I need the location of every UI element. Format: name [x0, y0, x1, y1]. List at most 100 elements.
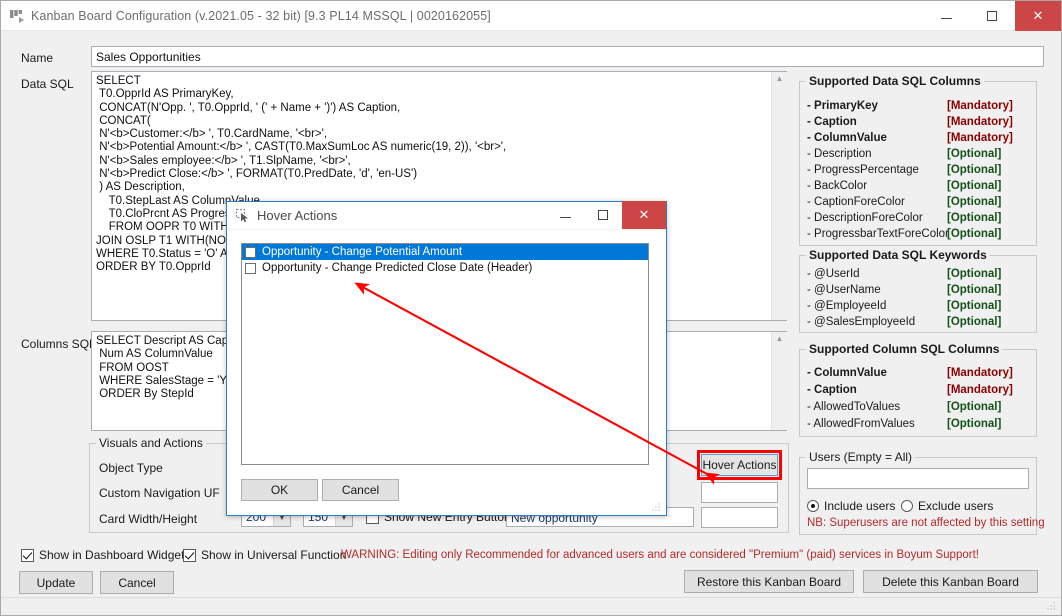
superusers-note: NB: Superusers are not affected by this …	[807, 517, 1045, 529]
show-in-dashboard-widget-label: Show in Dashboard Widget	[39, 548, 185, 562]
supported-data-sql-keywords-title: Supported Data SQL Keywords	[806, 248, 990, 262]
scroll-up-icon[interactable]: ▲	[776, 332, 784, 348]
data-sql-label: Data SQL	[21, 77, 74, 91]
dialog-titlebar: Hover Actions ✕	[227, 200, 666, 231]
visuals-extra-input-1[interactable]	[701, 482, 778, 503]
dialog-resize-grip[interactable]	[651, 502, 661, 512]
name-input[interactable]: Sales Opportunities	[91, 46, 1044, 67]
column-name: - ProgressbarTextForeColor	[807, 228, 949, 240]
column-name: - @EmployeeId	[807, 300, 887, 312]
column-name: - ProgressPercentage	[807, 164, 919, 176]
show-in-universal-function-checkbox[interactable]: Show in Universal Function	[183, 548, 346, 562]
column-requirement-badge: [Mandatory]	[947, 100, 1013, 112]
column-name: - AllowedToValues	[807, 401, 901, 413]
maximize-button[interactable]	[969, 1, 1015, 31]
list-item-checkbox[interactable]	[245, 246, 256, 258]
column-requirement-badge: [Mandatory]	[947, 384, 1013, 396]
column-requirement-badge: [Optional]	[947, 164, 1002, 176]
supported-column-sql-columns-title: Supported Column SQL Columns	[806, 342, 1003, 356]
scroll-up-icon[interactable]: ▲	[776, 72, 784, 88]
column-requirement-badge: [Optional]	[947, 401, 1002, 413]
restore-kanban-board-button[interactable]: Restore this Kanban Board	[684, 570, 854, 593]
column-name: - AllowedFromValues	[807, 418, 915, 430]
update-button[interactable]: Update	[19, 571, 93, 594]
visuals-extra-input-2[interactable]	[701, 507, 778, 528]
object-type-label: Object Type	[99, 461, 163, 475]
list-item[interactable]: Opportunity - Change Predicted Close Dat…	[242, 260, 648, 276]
cancel-button[interactable]: Cancel	[100, 571, 174, 594]
hover-actions-dialog: Hover Actions ✕ Opportunity - Change Pot…	[226, 200, 667, 516]
close-button[interactable]: ✕	[1015, 0, 1061, 31]
column-name: - Description	[807, 148, 872, 160]
column-requirement-badge: [Mandatory]	[947, 116, 1013, 128]
checkbox-box[interactable]	[183, 548, 196, 562]
minimize-button[interactable]	[923, 1, 969, 31]
include-users-label: Include users	[824, 499, 896, 513]
window-title: Kanban Board Configuration (v.2021.05 - …	[31, 8, 491, 23]
users-group-title: Users (Empty = All)	[806, 450, 916, 464]
column-name: - PrimaryKey	[807, 100, 878, 112]
custom-navigation-uf-label: Custom Navigation UF	[99, 486, 220, 500]
supported-data-sql-columns-title: Supported Data SQL Columns	[806, 74, 984, 88]
column-name: - Caption	[807, 384, 857, 396]
exclude-users-radio[interactable]: Exclude users	[901, 499, 993, 513]
hover-actions-highlight-box	[697, 450, 782, 480]
card-width-height-label: Card Width/Height	[99, 512, 198, 526]
dialog-cancel-button[interactable]: Cancel	[322, 479, 399, 501]
window-titlebar: Kanban Board Configuration (v.2021.05 - …	[1, 0, 1061, 31]
columns-sql-scrollbar[interactable]: ▲	[771, 332, 787, 430]
column-name: - ColumnValue	[807, 367, 887, 379]
list-item[interactable]: Opportunity - Change Potential Amount	[242, 244, 648, 260]
column-name: - CaptionForeColor	[807, 196, 905, 208]
window-resize-grip[interactable]	[1046, 601, 1056, 611]
column-requirement-badge: [Optional]	[947, 180, 1002, 192]
column-name: - Caption	[807, 116, 857, 128]
radio-circle[interactable]	[807, 500, 819, 512]
radio-circle[interactable]	[901, 500, 913, 512]
hover-actions-listbox[interactable]: Opportunity - Change Potential Amount Opp…	[241, 243, 649, 465]
column-requirement-badge: [Optional]	[947, 148, 1002, 160]
kanban-board-configuration-window: Kanban Board Configuration (v.2021.05 - …	[0, 0, 1062, 616]
column-name: - @UserId	[807, 268, 860, 280]
column-name: - @UserName	[807, 284, 881, 296]
columns-sql-label: Columns SQL	[21, 337, 96, 351]
visuals-group-title: Visuals and Actions	[96, 436, 206, 450]
cursor-click-icon	[235, 208, 251, 224]
name-label: Name	[21, 51, 54, 65]
list-item-checkbox[interactable]	[245, 262, 256, 274]
column-name: - DescriptionForeColor	[807, 212, 923, 224]
delete-kanban-board-button[interactable]: Delete this Kanban Board	[863, 570, 1038, 593]
column-name: - @SalesEmployeeId	[807, 316, 916, 328]
dialog-ok-button[interactable]: OK	[241, 479, 318, 501]
column-requirement-badge: [Optional]	[947, 284, 1002, 296]
dialog-minimize-button[interactable]	[546, 201, 584, 229]
dialog-title: Hover Actions	[257, 208, 338, 223]
column-requirement-badge: [Optional]	[947, 316, 1002, 328]
dialog-maximize-button[interactable]	[584, 201, 622, 229]
data-sql-scrollbar[interactable]: ▲	[771, 72, 787, 320]
column-requirement-badge: [Optional]	[947, 268, 1002, 280]
include-users-radio[interactable]: Include users	[807, 499, 895, 513]
column-requirement-badge: [Mandatory]	[947, 367, 1013, 379]
list-item-label: Opportunity - Change Predicted Close Dat…	[262, 262, 533, 274]
column-requirement-badge: [Mandatory]	[947, 132, 1013, 144]
window-controls: ✕	[923, 0, 1061, 31]
users-input[interactable]	[807, 468, 1029, 489]
column-requirement-badge: [Optional]	[947, 228, 1002, 240]
dialog-close-button[interactable]: ✕	[622, 200, 666, 229]
list-item-label: Opportunity - Change Potential Amount	[262, 246, 463, 258]
kanban-board-icon	[9, 8, 25, 24]
column-name: - ColumnValue	[807, 132, 887, 144]
exclude-users-label: Exclude users	[918, 499, 994, 513]
show-in-universal-function-label: Show in Universal Function	[201, 548, 347, 562]
column-requirement-badge: [Optional]	[947, 300, 1002, 312]
checkbox-box[interactable]	[21, 548, 34, 562]
dialog-window-controls: ✕	[546, 200, 666, 231]
dialog-body: Opportunity - Change Potential Amount Opp…	[227, 230, 666, 515]
show-in-dashboard-widget-checkbox[interactable]: Show in Dashboard Widget	[21, 548, 184, 562]
column-requirement-badge: [Optional]	[947, 196, 1002, 208]
column-requirement-badge: [Optional]	[947, 212, 1002, 224]
column-name: - BackColor	[807, 180, 868, 192]
status-bar	[1, 597, 1061, 615]
premium-warning-text: WARNING: Editing only Recommended for ad…	[341, 549, 979, 561]
